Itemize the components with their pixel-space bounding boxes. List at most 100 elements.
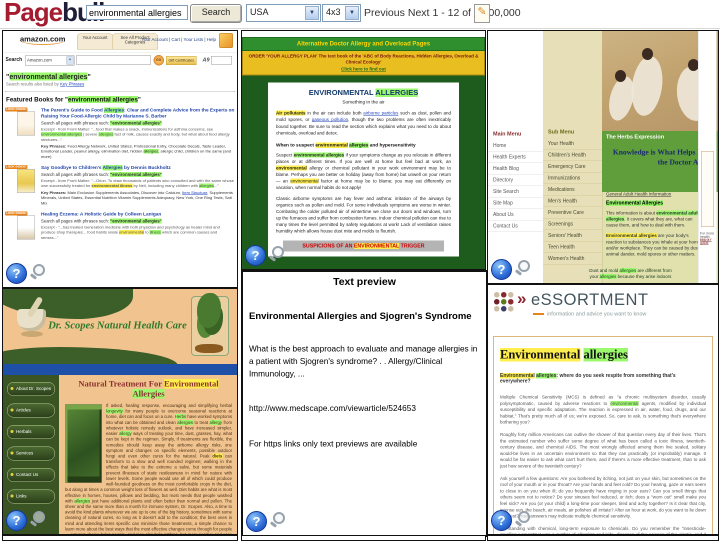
gift-box-icon: [219, 33, 233, 48]
menu-item[interactable]: Immunizations: [543, 173, 602, 184]
menu-item[interactable]: Screenings: [543, 219, 602, 230]
amazon-top-links[interactable]: Your Account | Cart | Your Lists | Help: [141, 37, 216, 42]
article-heading: Environmental Allergies and Sjogren's Sy…: [249, 311, 472, 322]
result-thumbnail-essortment[interactable]: » eSSORTMENT information and advice you …: [487, 284, 719, 535]
thumbnail-controls: ?: [245, 245, 286, 266]
search-button[interactable]: Search: [190, 4, 242, 23]
menu-item[interactable]: Directory: [488, 175, 543, 186]
menu-item[interactable]: Health Experts: [488, 152, 543, 163]
book-key-phrases: Key Phrases: Main Exclusion Supplements …: [41, 190, 233, 206]
department-select[interactable]: Amazon.com ▼: [25, 55, 75, 66]
search-input[interactable]: [86, 5, 188, 20]
result-thumbnail-amazon[interactable]: amazon.com Your Account See All Product …: [2, 30, 238, 288]
sidebar-item-services[interactable]: Services: [7, 446, 55, 461]
menu-item[interactable]: Men's Health: [543, 196, 602, 207]
result-thumbnail-herbs[interactable]: Main Menu Home Health Experts Health Blo…: [487, 30, 719, 284]
notepad-icon[interactable]: ✎: [474, 4, 490, 23]
sidebar-item-herbals[interactable]: Herbals: [7, 425, 55, 439]
sub-menu-column: Sub Menu Your Health Children's Health E…: [543, 31, 603, 283]
banner-text: ORDER 'YOUR ALLERGY PLAN' The text book …: [248, 53, 479, 65]
result-thumbnail-drscopes[interactable]: Dr. Scopes Natural Health Care About Dr.…: [2, 288, 238, 535]
site-title: Dr. Scopes Natural Health Care: [48, 319, 187, 331]
result-thumbnail-partial[interactable]: [241, 535, 486, 541]
source-url[interactable]: http://www.medscape.com/viewarticle/5246…: [249, 404, 480, 414]
grid-size-select[interactable]: 4x3 ▼: [322, 4, 361, 22]
book-excerpt: Excerpt - from Front Matter: "...food th…: [41, 126, 230, 142]
book-cover-thumbnail[interactable]: [17, 169, 35, 194]
book-cover-thumbnail[interactable]: [17, 111, 35, 136]
section-heading: When to suspect environmental allergies …: [276, 142, 416, 148]
next-link[interactable]: Next: [408, 7, 430, 19]
book-key-phrases: Key Phrases: Food Allergy Network, Unite…: [41, 143, 232, 159]
help-icon[interactable]: ?: [491, 510, 512, 531]
article-subtitle: Something in the air: [342, 99, 385, 106]
result-thumbnail-partial[interactable]: [487, 535, 719, 541]
web-search-input[interactable]: [211, 56, 232, 65]
article-area: Natural Treatment For Environmental Alle…: [59, 375, 237, 534]
book-title-link[interactable]: The Parent's Guide to Food Allergies: Cl…: [41, 107, 235, 120]
menu-item[interactable]: Children's Health: [543, 150, 602, 161]
sidebar-link[interactable]: see our guide: [700, 238, 715, 245]
paragraph: Roughly forty million Americans can outl…: [500, 431, 706, 469]
magnifier-icon[interactable]: [514, 510, 532, 529]
help-icon[interactable]: ?: [491, 259, 512, 280]
article-title: ENVIRONMENTAL ALLERGIES: [308, 88, 419, 98]
chevron-down-icon[interactable]: ▼: [345, 6, 359, 20]
chevron-down-icon[interactable]: ▼: [305, 6, 319, 20]
menu-item[interactable]: Emergency Care: [543, 161, 602, 173]
tab-your-account[interactable]: Your Account: [77, 33, 113, 50]
country-select[interactable]: USA ▼: [246, 4, 321, 22]
plant-image: [65, 404, 102, 483]
magnifier-icon[interactable]: [29, 510, 47, 529]
book-title-link[interactable]: Say Goodbye to Children's Allergies by D…: [41, 165, 235, 171]
book-phrases-line: Search all pages with phrases such: "env…: [41, 171, 162, 177]
paragraph: Classic airborne symptoms are hay fever …: [276, 195, 451, 234]
magnifier-icon[interactable]: [514, 259, 532, 278]
result-thumbnail-altdoctor[interactable]: Alternative Doctor Allergy and Overload …: [241, 30, 486, 270]
amazon-logo: amazon.com: [20, 35, 66, 45]
help-icon[interactable]: ?: [246, 511, 267, 532]
info-link[interactable]: General Adult Health Information: [606, 192, 671, 197]
sidebar-item-articles[interactable]: Articles: [7, 403, 55, 418]
thumbnail-controls: ?: [6, 510, 47, 531]
result-thumbnail-textpreview[interactable]: Text preview Environmental Allergies and…: [241, 270, 488, 537]
altdoctor-page: Alternative Doctor Allergy and Overload …: [242, 31, 485, 269]
banner-link[interactable]: Click here to find out: [247, 66, 480, 72]
go-button[interactable]: GO: [153, 55, 164, 66]
menu-item[interactable]: Contact Us: [488, 221, 543, 232]
menu-item[interactable]: Site Map: [488, 198, 543, 209]
result-thumbnail-partial[interactable]: [2, 535, 238, 541]
menu-item[interactable]: Health Blog: [488, 163, 543, 175]
help-icon[interactable]: ?: [6, 263, 27, 284]
featured-books-heading: Featured Books for "environmental allerg…: [6, 96, 141, 103]
menu-item[interactable]: Seniors' Health: [543, 230, 602, 242]
menu-item[interactable]: Home: [488, 140, 543, 152]
paragraph: Suspect environmental allergies if your …: [276, 152, 451, 190]
help-icon[interactable]: ?: [245, 245, 266, 266]
magnifier-icon[interactable]: [269, 511, 287, 530]
chevron-down-icon[interactable]: ▼: [66, 56, 74, 65]
search-label: Search: [5, 57, 23, 63]
right-sidebar: For more health topics see our guide: [698, 31, 717, 283]
book-title-link[interactable]: Healing Eczema: A Holistic Guide by Coll…: [41, 211, 235, 217]
magnifier-icon[interactable]: [268, 245, 286, 264]
sidebar-item-links[interactable]: Links: [7, 489, 55, 504]
menu-item[interactable]: Preventive Care: [543, 207, 602, 219]
menu-item[interactable]: Your Health: [543, 138, 602, 150]
book-cover-thumbnail[interactable]: [17, 215, 35, 240]
preview-body: Environmental Allergies and Sjogren's Sy…: [243, 311, 486, 449]
magnifier-icon[interactable]: [29, 263, 47, 282]
sidebar-item-contact[interactable]: Contact Us: [7, 468, 55, 482]
sidebar-item-about[interactable]: About Dr. Scopes: [7, 382, 55, 396]
menu-item[interactable]: About Us: [488, 209, 543, 221]
help-icon[interactable]: ?: [6, 510, 27, 531]
amazon-search-input[interactable]: [76, 55, 151, 65]
menu-item[interactable]: Teen Health: [543, 242, 602, 253]
menu-item[interactable]: Site Search: [488, 186, 543, 198]
sidebar-box: [701, 151, 714, 227]
menu-item[interactable]: Women's Health: [543, 253, 602, 265]
menu-item[interactable]: Medications: [543, 184, 602, 196]
gift-certificates-button[interactable]: Gift Certificates: [166, 56, 197, 65]
book-listing: LOOK INSIDE! The Parent's Guide to Food …: [5, 107, 235, 160]
previous-link[interactable]: Previous: [364, 7, 405, 19]
